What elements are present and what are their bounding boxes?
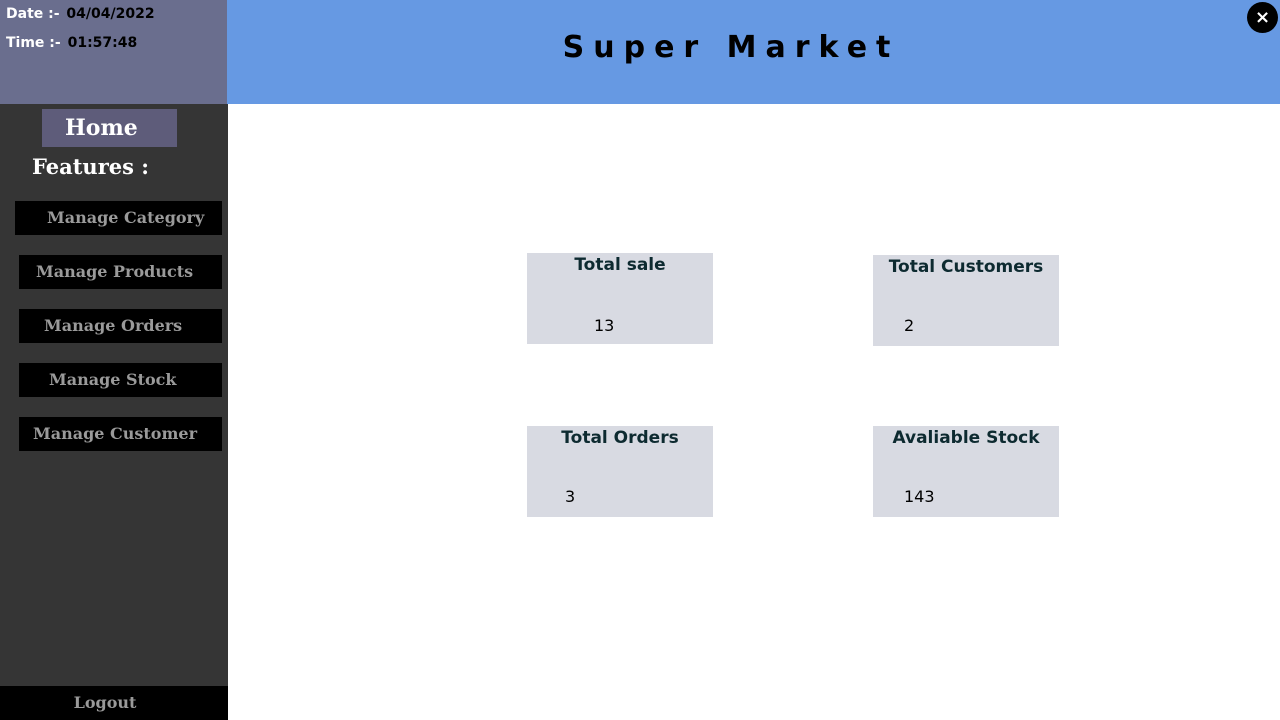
close-icon: × [1254,7,1271,28]
time-display: Time :- 01:57:48 [6,35,137,51]
card-value: 3 [565,487,576,506]
time-label: Time :- [6,35,61,51]
card-title: Avaliable Stock [892,428,1040,448]
available-stock-card: Avaliable Stock 143 [873,426,1059,517]
total-sale-card: Total sale 13 [527,253,713,344]
manage-category-button[interactable]: Manage Category [15,201,222,235]
card-title: Total sale [574,255,666,275]
app-title: Super Market [562,30,900,65]
date-display: Date :- 04/04/2022 [6,6,155,22]
logout-button[interactable]: Logout [0,686,228,720]
card-value: 143 [904,487,935,506]
manage-orders-button[interactable]: Manage Orders [19,309,222,343]
date-label: Date :- [6,6,60,22]
features-heading: Features : [32,154,150,179]
close-button[interactable]: × [1247,2,1278,33]
date-value: 04/04/2022 [66,6,155,22]
manage-stock-button[interactable]: Manage Stock [19,363,222,397]
total-customers-card: Total Customers 2 [873,255,1059,346]
card-value: 2 [904,316,915,335]
card-title: Total Orders [561,428,679,448]
manage-customer-button[interactable]: Manage Customer [19,417,222,451]
total-orders-card: Total Orders 3 [527,426,713,517]
card-value: 13 [594,316,615,335]
sidebar: Home Features : Manage Category Manage P… [0,104,228,720]
manage-products-button[interactable]: Manage Products [19,255,222,289]
time-value: 01:57:48 [67,35,138,51]
app-header: Super Market × [227,0,1280,104]
datetime-panel: Date :- 04/04/2022 Time :- 01:57:48 [0,0,227,104]
card-title: Total Customers [888,257,1044,277]
home-button[interactable]: Home [42,109,177,147]
